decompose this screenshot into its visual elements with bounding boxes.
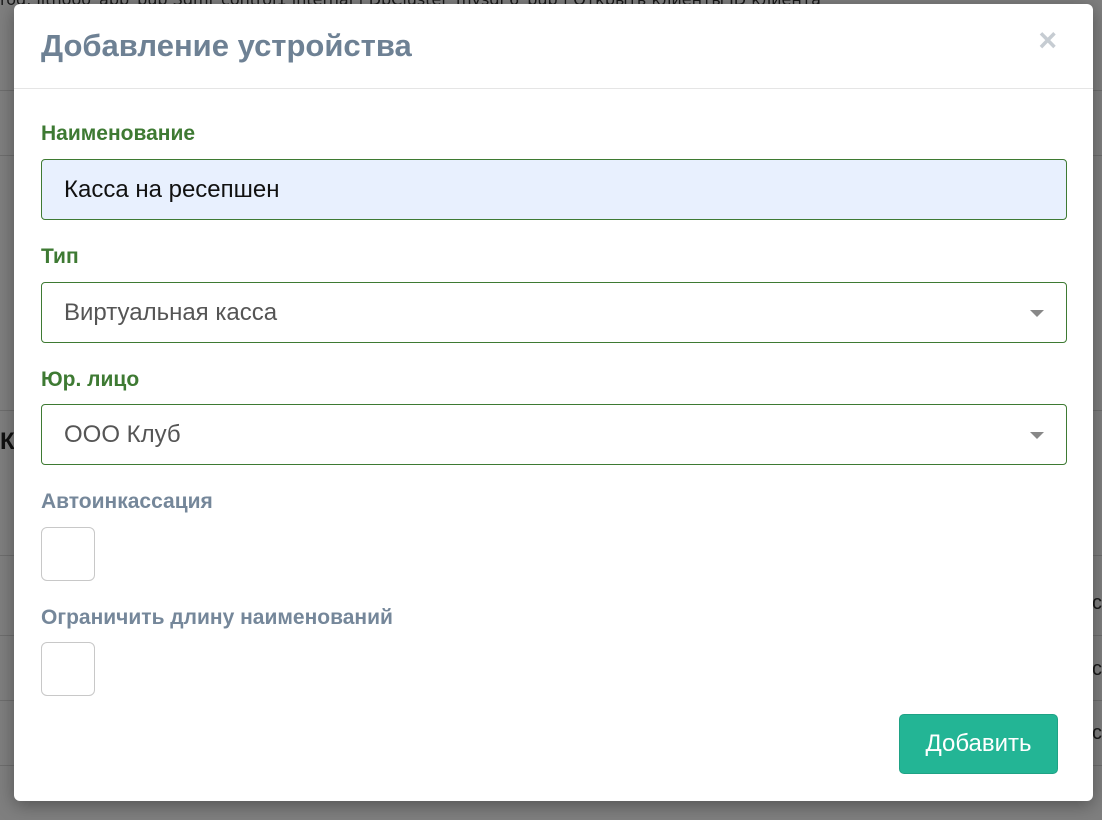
type-select[interactable]: Виртуальная касса	[41, 282, 1067, 343]
name-input[interactable]: Касса на ресепшен	[41, 159, 1067, 220]
add-device-modal: Добавление устройства × Наименование Кас…	[14, 4, 1093, 801]
autocollect-label: Автоинкассация	[41, 490, 213, 513]
entity-label: Юр. лицо	[41, 368, 140, 391]
autocollect-checkbox[interactable]	[41, 527, 95, 581]
modal-header: Добавление устройства ×	[14, 4, 1093, 89]
type-select-value: Виртуальная касса	[64, 298, 278, 326]
add-button[interactable]: Добавить	[899, 714, 1058, 774]
type-label: Тип	[41, 245, 79, 268]
name-input-value: Касса на ресепшен	[64, 175, 280, 203]
legal-entity-select-value: ООО Клуб	[64, 420, 181, 448]
chevron-down-icon	[1030, 432, 1044, 439]
chevron-down-icon	[1030, 310, 1044, 317]
modal-title: Добавление устройства	[41, 28, 412, 63]
limit-names-checkbox[interactable]	[41, 642, 95, 696]
legal-entity-select[interactable]: ООО Клуб	[41, 404, 1067, 465]
close-icon[interactable]: ×	[1038, 24, 1057, 56]
limit-names-label: Ограничить длину наименований	[41, 606, 393, 629]
name-label: Наименование	[41, 122, 196, 145]
